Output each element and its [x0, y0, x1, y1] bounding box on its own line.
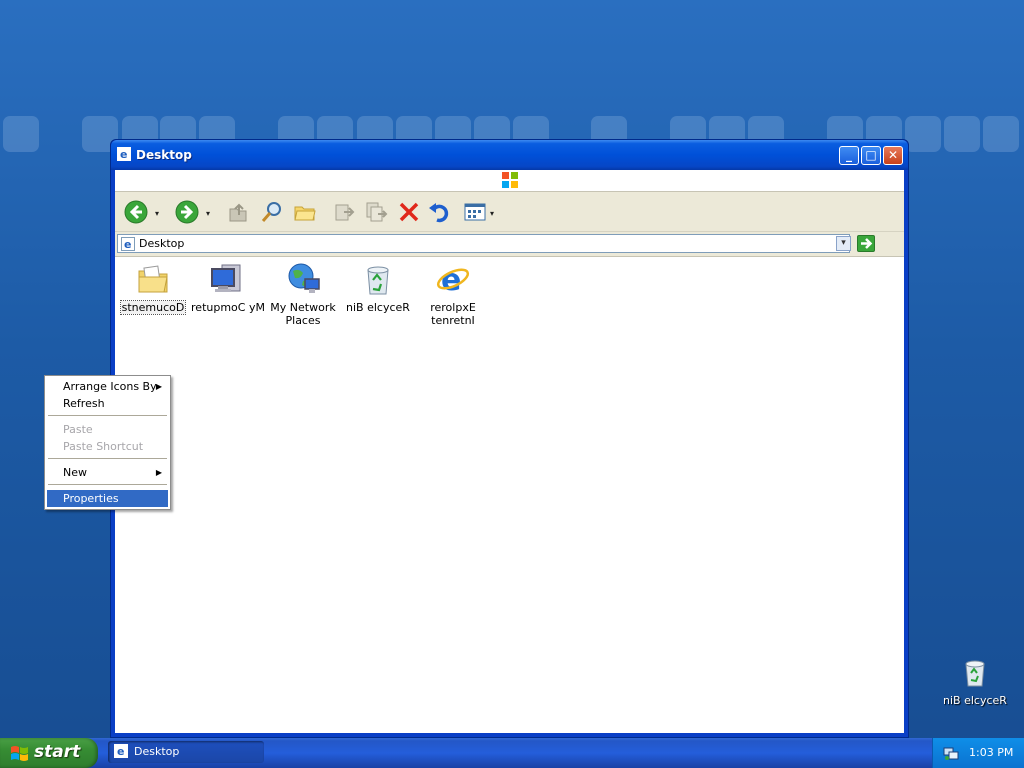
- menu-separator: [48, 484, 167, 485]
- up-button[interactable]: [225, 199, 251, 225]
- desktop-icon-label: niB elcyceR: [943, 694, 1007, 707]
- menu-item-refresh[interactable]: Refresh: [47, 395, 168, 412]
- file-icon-documents[interactable]: stnemucoD: [116, 261, 190, 315]
- toolbar: ▾ ▾ ▾: [115, 192, 904, 232]
- ie-icon: e: [114, 744, 128, 761]
- go-arrow-icon: [861, 238, 873, 249]
- undo-icon: [429, 203, 449, 223]
- recycle-bin-icon: [367, 266, 389, 295]
- network-tray-icon[interactable]: [943, 745, 959, 764]
- bg-tile: [983, 116, 1019, 152]
- file-icon-network-places[interactable]: My Network Places: [266, 261, 340, 327]
- file-icon-internet-explorer[interactable]: e rerolpxE tenretnI: [416, 261, 490, 327]
- forward-icon: [175, 200, 199, 224]
- forward-button[interactable]: ▾: [174, 199, 210, 225]
- network-places-icon: [288, 263, 320, 293]
- back-button[interactable]: ▾: [123, 199, 159, 225]
- ie-icon: e: [117, 147, 131, 164]
- menu-item-label: Paste Shortcut: [63, 440, 144, 453]
- svg-text:e: e: [117, 745, 124, 758]
- address-dropdown-button[interactable]: ▾: [836, 236, 851, 251]
- menu-item-properties[interactable]: Properties: [47, 490, 168, 507]
- title-bar[interactable]: e Desktop _ □ ✕: [111, 140, 908, 170]
- file-label: retupmoC yM: [191, 301, 265, 314]
- brand-bar: [115, 170, 904, 192]
- my-computer-icon: [211, 264, 241, 292]
- undo-button[interactable]: [426, 199, 452, 225]
- file-label: My Network Places: [270, 301, 336, 327]
- file-label: rerolpxE tenretnI: [430, 301, 476, 327]
- context-menu: Arrange Icons By ▶ Refresh Paste Paste S…: [44, 375, 171, 510]
- recycle-bin-icon: [965, 660, 985, 687]
- menu-separator: [48, 415, 167, 416]
- svg-text:e: e: [120, 148, 127, 161]
- windows-logo-icon: [502, 172, 518, 188]
- submenu-arrow-icon: ▶: [155, 468, 162, 477]
- bg-tile: [944, 116, 980, 152]
- clock[interactable]: 1:03 PM: [969, 746, 1013, 759]
- menu-item-label: Refresh: [63, 397, 105, 410]
- menu-item-label: Arrange Icons By: [63, 380, 157, 393]
- folders-button[interactable]: [292, 199, 318, 225]
- submenu-arrow-icon: ▶: [155, 382, 162, 391]
- bg-tile: [905, 116, 941, 152]
- address-field[interactable]: e Desktop ▾: [117, 234, 851, 254]
- start-button[interactable]: start: [0, 738, 98, 768]
- move-to-button[interactable]: [331, 199, 357, 225]
- ie-icon: e: [121, 237, 135, 254]
- close-button[interactable]: ✕: [883, 146, 903, 165]
- views-button[interactable]: ▾: [463, 199, 494, 225]
- menu-item-paste: Paste: [47, 421, 168, 438]
- system-tray: 1:03 PM: [932, 738, 1024, 768]
- bg-tile: [3, 116, 39, 152]
- up-folder-icon: [229, 203, 247, 222]
- window-title: Desktop: [136, 148, 192, 162]
- svg-text:e: e: [124, 238, 131, 251]
- minimize-button[interactable]: _: [839, 146, 859, 165]
- delete-icon: [399, 202, 419, 222]
- menu-item-new[interactable]: New ▶: [47, 464, 168, 481]
- menu-item-paste-shortcut: Paste Shortcut: [47, 438, 168, 455]
- menu-item-arrange-icons-by[interactable]: Arrange Icons By ▶: [47, 378, 168, 395]
- menu-item-label: Properties: [63, 492, 119, 505]
- explorer-window: e Desktop _ □ ✕ ▾ ▾ ▾ e Desktop ▾ stnemu…: [110, 139, 909, 738]
- taskbar-item-desktop[interactable]: e Desktop: [108, 741, 264, 763]
- desktop-recycle-bin[interactable]: niB elcyceR: [940, 656, 1010, 707]
- menu-item-label: New: [63, 466, 87, 479]
- address-value: Desktop: [139, 237, 185, 250]
- taskbar-item-label: Desktop: [134, 745, 180, 758]
- file-label: stnemucoD: [119, 300, 187, 315]
- folder-documents-icon: [138, 265, 168, 293]
- file-icon-recycle-bin[interactable]: niB elcyceR: [341, 261, 415, 314]
- views-icon: [464, 203, 486, 221]
- address-bar: e Desktop ▾: [115, 232, 904, 257]
- views-dropdown[interactable]: ▾: [490, 209, 494, 218]
- taskbar: start e Desktop 1:03 PM: [0, 738, 1024, 768]
- maximize-button[interactable]: □: [861, 146, 881, 165]
- menu-item-label: Paste: [63, 423, 93, 436]
- svg-text:e: e: [441, 263, 461, 297]
- internet-explorer-icon: e: [436, 263, 470, 298]
- search-button[interactable]: [259, 199, 285, 225]
- folder-view[interactable]: stnemucoD retupmoC yM My Network Places …: [115, 257, 904, 733]
- back-dropdown[interactable]: ▾: [155, 209, 159, 218]
- file-icon-my-computer[interactable]: retupmoC yM: [191, 261, 265, 314]
- search-icon: [261, 202, 281, 222]
- move-to-icon: [335, 204, 355, 221]
- copy-to-button[interactable]: [363, 199, 389, 225]
- file-label: niB elcyceR: [346, 301, 410, 314]
- copy-to-icon: [366, 202, 388, 222]
- start-label: start: [34, 742, 81, 762]
- menu-separator: [48, 458, 167, 459]
- go-button[interactable]: [857, 235, 875, 252]
- delete-button[interactable]: [396, 199, 422, 225]
- back-icon: [124, 200, 148, 224]
- forward-dropdown[interactable]: ▾: [206, 209, 210, 218]
- window-client: ▾ ▾ ▾ e Desktop ▾ stnemucoD retupmoC yM …: [115, 170, 904, 733]
- folders-icon: [294, 206, 316, 221]
- windows-flag-icon: [11, 746, 28, 761]
